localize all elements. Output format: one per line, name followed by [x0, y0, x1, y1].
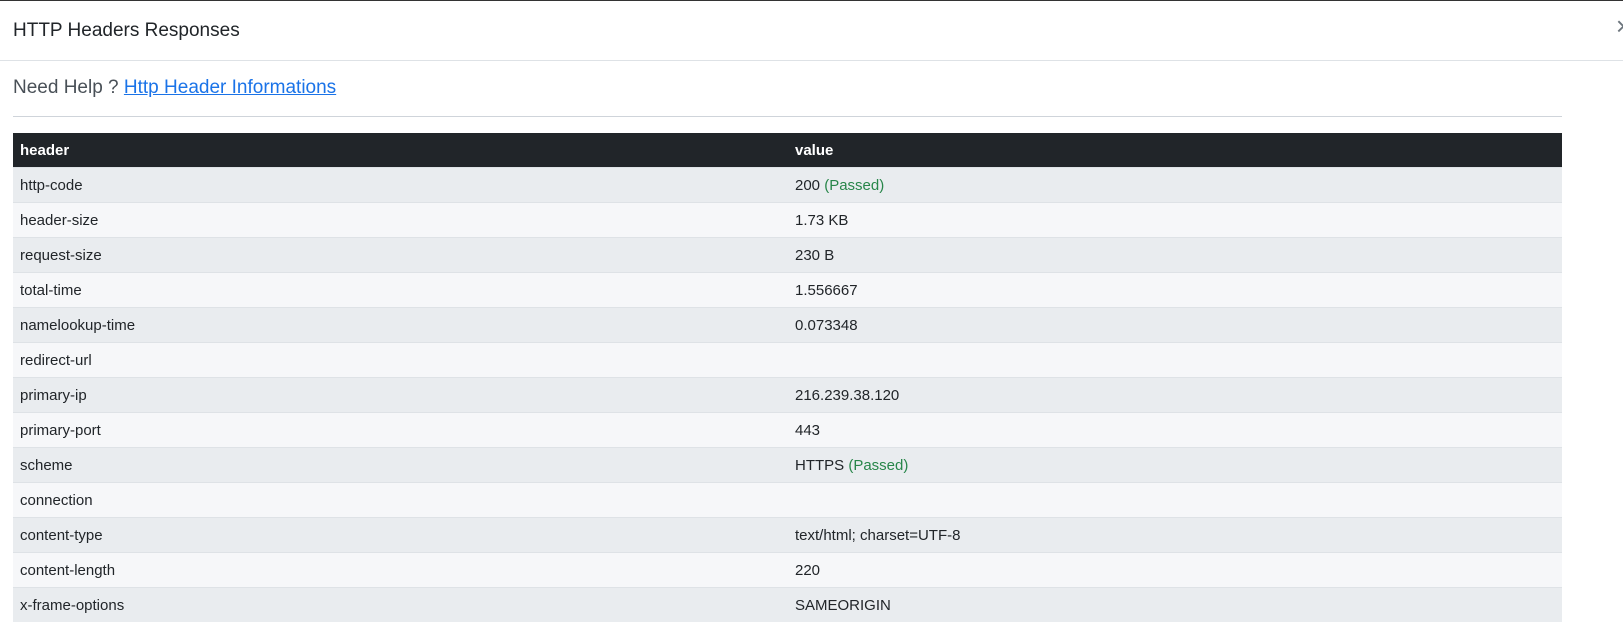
column-header-value: value	[788, 133, 1562, 168]
passed-status: (Passed)	[848, 456, 909, 474]
value-text: 1.73 KB	[795, 211, 849, 229]
value-cell: 0.073348	[788, 307, 1562, 343]
value-cell: 1.556667	[788, 272, 1562, 308]
value-text: 0.073348	[795, 316, 858, 334]
help-row: Need Help ? Http Header Informations	[13, 77, 336, 99]
value-text: text/html; charset=UTF-8	[795, 526, 961, 544]
value-text: 443	[795, 421, 821, 439]
header-cell: scheme	[13, 447, 788, 483]
header-cell: content-type	[13, 517, 788, 553]
column-header-header: header	[13, 133, 788, 168]
table-row: x-frame-options SAMEORIGIN	[13, 587, 1562, 622]
header-cell: request-size	[13, 237, 788, 273]
value-text: 230 B	[795, 246, 835, 264]
table-row: primary-port 443	[13, 412, 1562, 448]
http-headers-modal: HTTP Headers Responses × Need Help ? Htt…	[0, 0, 1623, 634]
header-cell: connection	[13, 482, 788, 518]
passed-status: (Passed)	[824, 176, 885, 194]
value-cell: text/html; charset=UTF-8	[788, 517, 1562, 553]
headers-table-wrap: header value http-code 200 (Passed) head…	[13, 133, 1562, 622]
table-row: connection	[13, 482, 1562, 518]
table-row: primary-ip 216.239.38.120	[13, 377, 1562, 413]
modal-title: HTTP Headers Responses	[13, 20, 240, 41]
value-cell: SAMEORIGIN	[788, 587, 1562, 622]
table-header-row: header value	[13, 133, 1562, 168]
value-text: 200	[795, 176, 821, 194]
value-text: SAMEORIGIN	[795, 596, 891, 614]
value-cell: HTTPS (Passed)	[788, 447, 1562, 483]
value-text: 220	[795, 561, 821, 579]
header-cell: redirect-url	[13, 342, 788, 378]
headers-table: header value http-code 200 (Passed) head…	[13, 133, 1562, 622]
modal-header: HTTP Headers Responses ×	[0, 1, 1623, 61]
table-row: request-size 230 B	[13, 237, 1562, 273]
table-body: http-code 200 (Passed) header-size 1.73 …	[13, 167, 1562, 622]
header-cell: content-length	[13, 552, 788, 588]
table-row: http-code 200 (Passed)	[13, 167, 1562, 203]
table-row: content-type text/html; charset=UTF-8	[13, 517, 1562, 553]
header-cell: header-size	[13, 202, 788, 238]
header-cell: total-time	[13, 272, 788, 308]
header-cell: namelookup-time	[13, 307, 788, 343]
value-cell: 216.239.38.120	[788, 377, 1562, 413]
table-row: scheme HTTPS (Passed)	[13, 447, 1562, 483]
close-icon[interactable]: ×	[1616, 13, 1623, 39]
table-row: total-time 1.556667	[13, 272, 1562, 308]
divider	[13, 116, 1562, 117]
header-cell: http-code	[13, 167, 788, 203]
table-row: header-size 1.73 KB	[13, 202, 1562, 238]
table-row: content-length 220	[13, 552, 1562, 588]
value-cell: 443	[788, 412, 1562, 448]
table-row: namelookup-time 0.073348	[13, 307, 1562, 343]
header-cell: primary-ip	[13, 377, 788, 413]
table-row: redirect-url	[13, 342, 1562, 378]
help-prefix: Need Help ?	[13, 77, 119, 98]
value-cell: 220	[788, 552, 1562, 588]
value-cell	[788, 342, 1562, 378]
header-cell: x-frame-options	[13, 587, 788, 622]
value-text: 1.556667	[795, 281, 858, 299]
value-cell: 200 (Passed)	[788, 167, 1562, 203]
header-cell: primary-port	[13, 412, 788, 448]
value-cell: 1.73 KB	[788, 202, 1562, 238]
http-header-info-link[interactable]: Http Header Informations	[124, 77, 336, 98]
value-text: HTTPS	[795, 456, 845, 474]
value-text: 216.239.38.120	[795, 386, 900, 404]
value-cell: 230 B	[788, 237, 1562, 273]
value-cell	[788, 482, 1562, 518]
